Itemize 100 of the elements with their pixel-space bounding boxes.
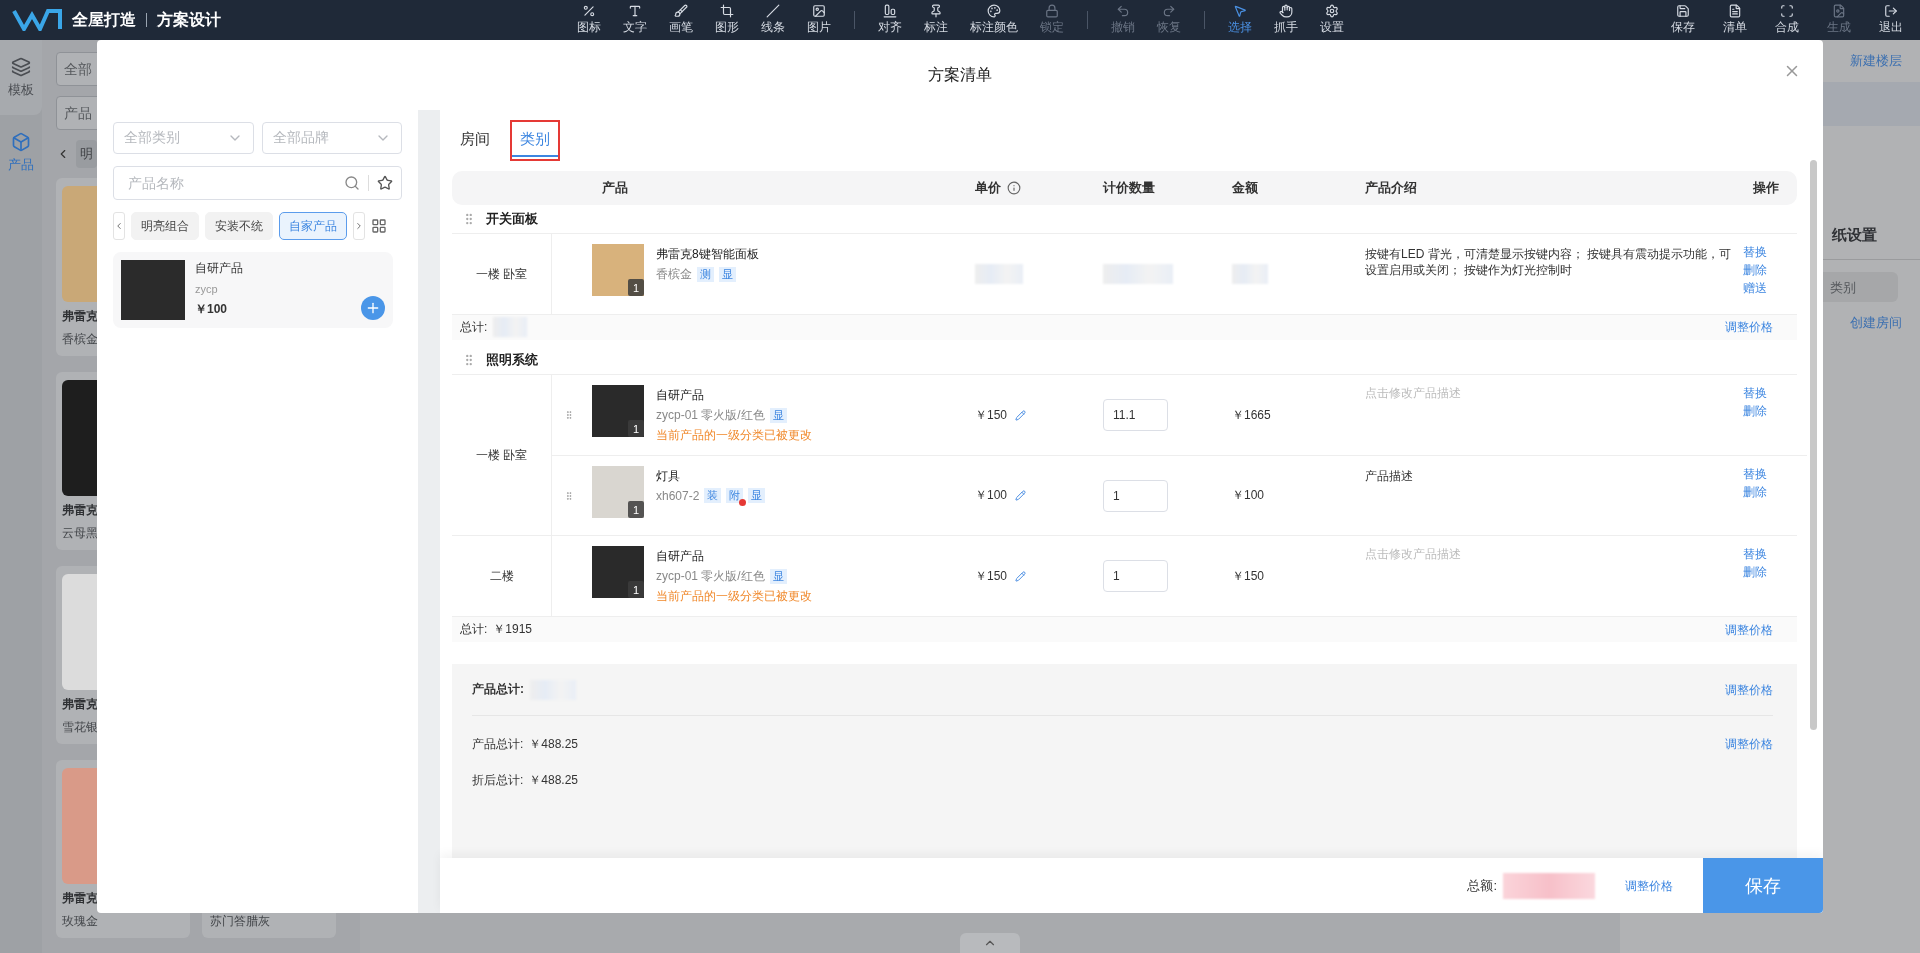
room-name: 一楼 卧室 [475, 446, 528, 464]
adjust-price-link[interactable]: 调整价格 [1725, 681, 1773, 698]
amount: ￥150 [1232, 567, 1265, 585]
pin-icon [928, 4, 943, 18]
group-title: 照明系统 [486, 351, 538, 370]
dialog-title: 方案清单 [928, 64, 992, 85]
action-link[interactable]: 替换 [1743, 385, 1767, 402]
product-spec: 香槟金 [656, 266, 692, 284]
product-variant: 香槟金 [62, 331, 99, 348]
action-link[interactable]: 删除 [1743, 564, 1767, 581]
quantity-input[interactable]: 1 [1103, 560, 1168, 593]
warning-text: 当前产品的一级分类已被更改 [656, 588, 812, 606]
room-name: 二楼 [489, 567, 514, 585]
toolbar-button[interactable]: 清单 [1714, 4, 1756, 36]
toolbar-button[interactable]: 图标 [567, 4, 610, 36]
toolbar-button[interactable]: 画笔 [659, 4, 702, 36]
toolbar-button[interactable]: 保存 [1662, 4, 1704, 36]
app-title: 全屋打造 [72, 9, 136, 30]
toolbar-button[interactable]: 标注 [914, 4, 957, 36]
summary-label: 产品总计: [472, 735, 524, 753]
scan-icon [1780, 4, 1794, 18]
toolbar-button[interactable]: 图片 [797, 4, 840, 36]
toolbar-button[interactable]: 文字 [613, 4, 656, 36]
adjust-price-link[interactable]: 调整价格 [1725, 736, 1773, 752]
toolbar-button[interactable]: 图形 [705, 4, 748, 36]
group-title: 开关面板 [486, 209, 538, 228]
category-chip[interactable]: 安装不统 [205, 212, 273, 240]
redo-icon [1161, 4, 1176, 18]
product-card[interactable]: 自研产品 zycp ￥100 [113, 252, 393, 328]
product-spec: zycp-01 零火版/红色 [656, 568, 765, 586]
count-badge: 1 [628, 279, 644, 297]
column-header: 产品介绍 [1365, 178, 1417, 197]
product-price: ￥100 [195, 301, 229, 318]
toolbar-button[interactable]: 抓手 [1264, 4, 1307, 36]
add-button[interactable] [361, 296, 385, 320]
column-header: 金额 [1232, 178, 1258, 197]
quantity-input[interactable]: 1 [1103, 479, 1168, 512]
view-tab[interactable]: 类别 [512, 122, 558, 160]
warning-text: 当前产品的一级分类已被更改 [656, 427, 812, 445]
category-select[interactable]: 全部类别 [113, 122, 254, 154]
count-badge: 1 [628, 581, 644, 599]
search-field[interactable]: 产品名称 [113, 166, 402, 200]
crop-icon [719, 4, 734, 18]
subtotal-label: 总计: [460, 318, 488, 336]
scrollbar[interactable] [1810, 160, 1817, 730]
edit-icon[interactable] [1015, 409, 1027, 421]
create-room-link[interactable]: 创建房间 [1832, 302, 1920, 344]
side-nav-item[interactable]: 模板 [0, 40, 42, 115]
action-link[interactable]: 替换 [1743, 466, 1767, 483]
edit-icon[interactable] [1015, 570, 1027, 582]
toolbar-button[interactable]: 选择 [1218, 4, 1261, 36]
action-link[interactable]: 删除 [1743, 403, 1767, 420]
category-chip[interactable]: 自家产品 [279, 212, 347, 240]
plus-icon [365, 300, 381, 316]
search-icon[interactable] [344, 175, 360, 191]
scroll-right-button[interactable] [353, 212, 365, 240]
action-link[interactable]: 删除 [1743, 262, 1767, 279]
toolbar-button[interactable]: 对齐 [868, 4, 911, 36]
category-chip[interactable]: 明亮组合 [131, 212, 199, 240]
side-nav-item[interactable]: 产品 [0, 115, 42, 190]
product-name: 自研产品 [656, 548, 705, 566]
layers-icon [11, 56, 31, 77]
adjust-price-link[interactable]: 调整价格 [1725, 621, 1773, 638]
product-name: 自研产品 [195, 260, 243, 277]
action-link[interactable]: 替换 [1743, 244, 1767, 261]
filter-chip[interactable]: 明 [76, 140, 97, 168]
save-button[interactable]: 保存 [1703, 858, 1823, 913]
scroll-left-button[interactable] [113, 212, 125, 240]
edit-icon[interactable] [1015, 490, 1027, 502]
cube-icon [11, 131, 31, 152]
info-icon[interactable] [1007, 180, 1021, 195]
tag: 装 [704, 488, 722, 504]
toolbar-button[interactable]: 标注颜色 [960, 4, 1027, 36]
chevron-left-icon [114, 221, 124, 231]
adjust-price-link[interactable]: 调整价格 [1725, 319, 1773, 336]
tag: 测 [697, 267, 714, 283]
grid-icon[interactable] [371, 218, 387, 234]
adjust-price-link[interactable]: 调整价格 [1625, 877, 1673, 894]
app-subtitle: 方案设计 [157, 9, 221, 30]
toolbar-button[interactable]: 合成 [1766, 4, 1808, 36]
action-link[interactable]: 删除 [1743, 484, 1767, 501]
summary-label: 产品总计: [472, 681, 524, 698]
action-link[interactable]: 替换 [1743, 546, 1767, 563]
lock-icon [1044, 4, 1059, 18]
action-link[interactable]: 赠送 [1743, 280, 1767, 297]
brand-select[interactable]: 全部品牌 [261, 122, 402, 154]
line-icon [765, 4, 780, 18]
view-tab[interactable]: 房间 [452, 122, 498, 160]
product-variant: 玫瑰金 [62, 913, 99, 930]
alert-dot [739, 499, 747, 507]
star-icon[interactable] [377, 175, 393, 191]
count-badge: 1 [628, 501, 644, 519]
quantity-input[interactable]: 11.1 [1103, 399, 1168, 432]
new-floor-link[interactable]: 新建楼层 [1832, 40, 1920, 82]
align-icon [882, 4, 897, 18]
blurred-amount [1232, 264, 1268, 285]
toolbar-button[interactable]: 线条 [751, 4, 794, 36]
toolbar-button[interactable]: 设置 [1310, 4, 1353, 36]
tag: 附 [726, 488, 744, 504]
toolbar-button[interactable]: 退出 [1870, 4, 1912, 36]
